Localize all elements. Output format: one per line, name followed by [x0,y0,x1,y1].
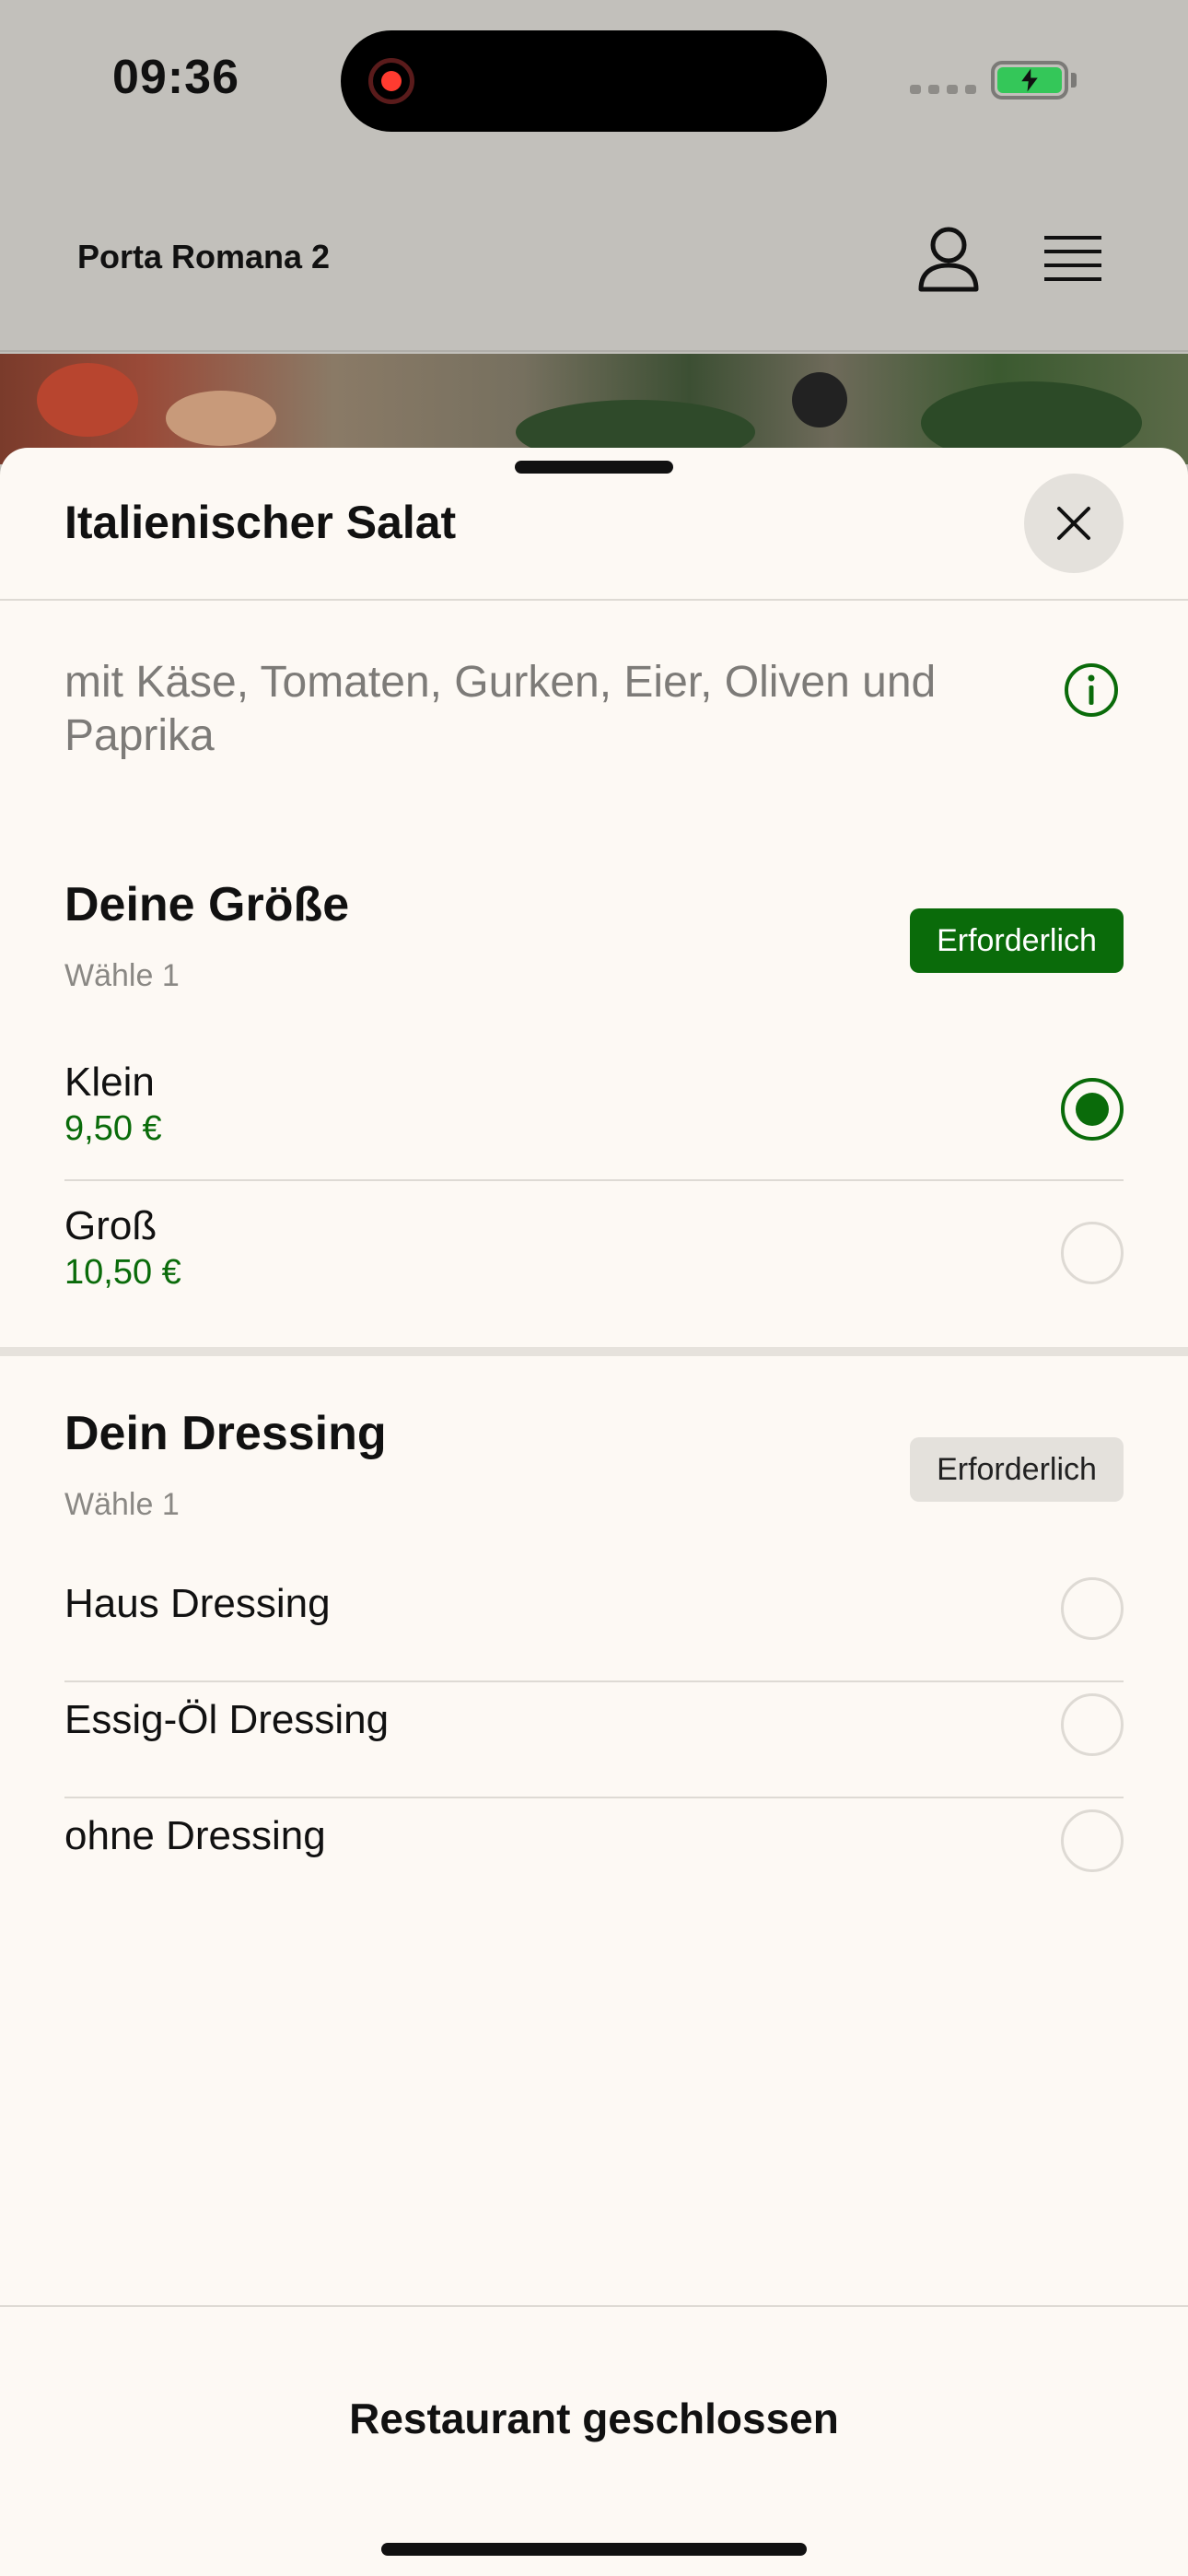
dressing-required-badge: Erforderlich [910,1437,1124,1502]
option-name: Haus Dressing [64,1581,331,1626]
close-icon [1057,507,1090,540]
size-option-gross[interactable]: Groß 10,50 € [64,1203,1124,1317]
menu-icon[interactable] [1042,232,1103,287]
battery-tip [1071,73,1077,88]
size-required-badge: Erforderlich [910,908,1124,973]
app-header: Porta Romana 2 [0,166,1188,352]
option-name: ohne Dressing [64,1813,326,1858]
dressing-option-haus[interactable]: Haus Dressing [64,1568,1124,1651]
radio-button[interactable] [1061,1693,1124,1756]
radio-button[interactable] [1061,1809,1124,1872]
radio-button[interactable] [1061,1222,1124,1284]
option-divider [64,1680,1124,1682]
option-name: Essig-Öl Dressing [64,1697,390,1742]
size-group-subtitle: Wähle 1 [64,958,180,993]
dynamic-island [341,30,827,132]
size-group-title: Deine Größe [64,878,350,931]
dressing-group-subtitle: Wähle 1 [64,1487,180,1522]
status-bar: 09:36 [0,0,1188,166]
product-sheet: Italienischer Salat mit Käse, Tomaten, G… [0,448,1188,2576]
dressing-group-title: Dein Dressing [64,1407,387,1460]
radio-button-selected[interactable] [1061,1078,1124,1141]
size-option-klein[interactable]: Klein 9,50 € [64,1060,1124,1174]
recording-indicator-icon [368,58,414,104]
close-button[interactable] [1024,474,1124,573]
info-icon[interactable] [1063,662,1120,719]
sheet-title: Italienischer Salat [64,497,457,548]
radio-button[interactable] [1061,1577,1124,1640]
option-divider [64,1179,1124,1181]
option-price: 10,50 € [64,1253,181,1292]
restaurant-closed-label: Restaurant geschlossen [349,2395,839,2442]
signal-icon [910,85,976,94]
dressing-option-essig-oel[interactable]: Essig-Öl Dressing [64,1684,1124,1767]
screen: 09:36 Porta Romana 2 Italienischer Salat… [0,0,1188,2576]
sheet-footer: Restaurant geschlossen [0,2305,1188,2576]
dressing-option-ohne[interactable]: ohne Dressing [64,1800,1124,1883]
charging-bolt-icon [1021,68,1038,92]
store-name[interactable]: Porta Romana 2 [77,238,330,276]
sheet-header: Italienischer Salat [0,448,1188,601]
option-price: 9,50 € [64,1109,162,1148]
home-indicator[interactable] [381,2543,807,2556]
option-name: Klein [64,1060,155,1105]
option-name: Groß [64,1203,157,1248]
profile-icon[interactable] [915,225,982,293]
option-divider [64,1797,1124,1798]
product-description: mit Käse, Tomaten, Gurken, Eier, Oliven … [64,658,937,760]
status-time: 09:36 [112,51,239,104]
section-separator [0,1347,1188,1356]
battery-icon [991,61,1068,100]
